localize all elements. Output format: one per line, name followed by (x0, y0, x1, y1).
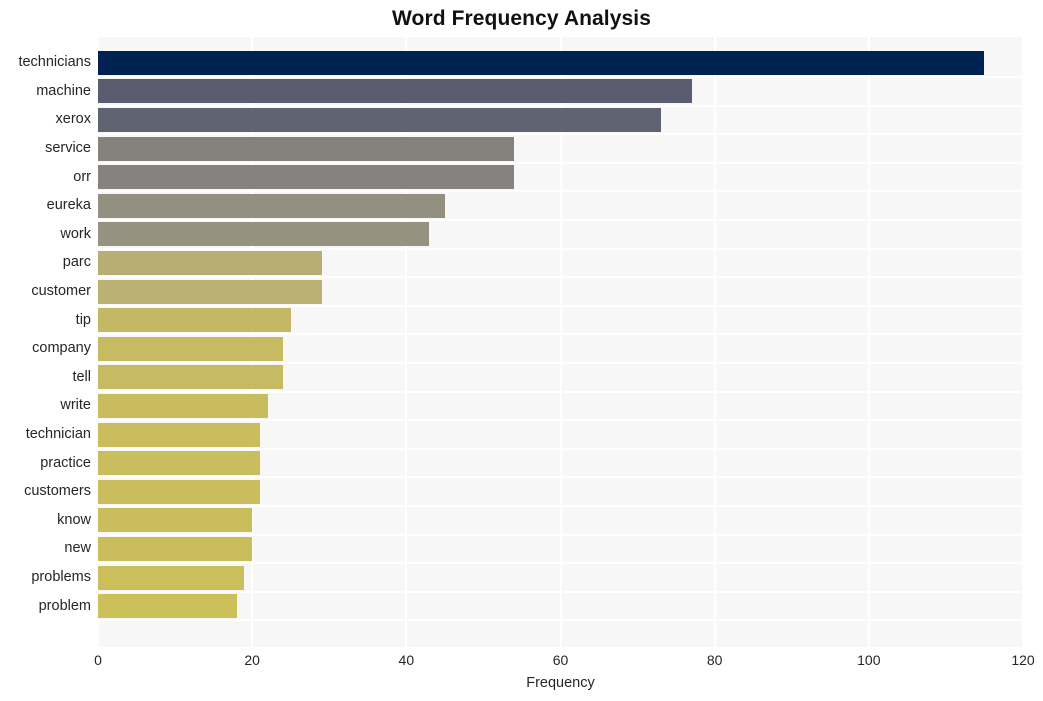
y-axis-tick-label: problem (38, 597, 91, 614)
gridline-horizontal (98, 476, 1023, 478)
bar (98, 394, 268, 418)
gridline-horizontal (98, 391, 1023, 393)
gridline-horizontal (98, 505, 1023, 507)
gridline-horizontal (98, 562, 1023, 564)
x-axis-tick-label: 100 (857, 652, 881, 668)
bar (98, 337, 283, 361)
x-axis-tick-label: 80 (706, 652, 723, 668)
chart-title: Word Frequency Analysis (391, 7, 652, 30)
gridline-horizontal (98, 219, 1023, 221)
gridline-horizontal (98, 362, 1023, 364)
y-axis-tick-label: technician (25, 426, 91, 442)
y-axis-tick-label: machine (36, 82, 91, 99)
gridline-vertical (1022, 37, 1023, 647)
gridline-horizontal (98, 190, 1023, 192)
y-axis-tick-label: new (64, 540, 91, 557)
y-axis-tick-label: orr (73, 168, 91, 185)
y-axis-tick-label: xerox (55, 111, 91, 128)
x-axis-tick-label: 60 (552, 652, 569, 668)
bar (98, 480, 260, 504)
bar (98, 594, 237, 618)
y-axis-tick-label: write (60, 397, 91, 414)
gridline-horizontal (98, 534, 1023, 536)
bar (98, 451, 260, 475)
bar (98, 51, 984, 75)
plot-area (98, 37, 1023, 647)
gridline-vertical (867, 37, 870, 647)
y-axis-tick-label: problems (31, 569, 91, 585)
gridline-horizontal (98, 419, 1023, 421)
gridline-horizontal (98, 162, 1023, 164)
gridline-horizontal (98, 619, 1023, 621)
bar (98, 222, 429, 246)
y-axis-tick-label: service (45, 140, 91, 157)
bar (98, 365, 283, 389)
gridline-horizontal (98, 276, 1023, 278)
gridline-horizontal (98, 76, 1023, 78)
x-axis-tick-label: 120 (1011, 652, 1035, 668)
y-axis-tick-label: parc (62, 254, 91, 271)
y-axis-tick-label: know (57, 511, 91, 528)
bar (98, 137, 514, 161)
y-axis-tick-label: work (60, 225, 91, 242)
bar (98, 566, 244, 590)
gridline-vertical (713, 37, 716, 647)
y-axis-tick-label: customer (31, 283, 91, 300)
x-axis-title: Frequency (526, 675, 595, 691)
x-axis-tick-label: 0 (94, 652, 102, 668)
bar (98, 79, 692, 103)
gridline-horizontal (98, 333, 1023, 335)
bar (98, 194, 445, 218)
gridline-horizontal (98, 305, 1023, 307)
bar (98, 108, 661, 132)
x-axis-tick-label: 40 (398, 652, 415, 668)
bar (98, 165, 514, 189)
gridline-horizontal (98, 448, 1023, 450)
bar (98, 423, 260, 447)
y-axis-tick-label: practice (40, 454, 91, 471)
gridline-horizontal (98, 105, 1023, 107)
word-frequency-bar-chart: Word Frequency Analysis technicians machi… (0, 0, 1043, 701)
y-axis-tick-label: technicians (18, 54, 91, 71)
y-axis-tick-label: eureka (46, 197, 91, 214)
gridline-horizontal (98, 133, 1023, 135)
bar (98, 537, 252, 561)
bar (98, 508, 252, 532)
gridline-horizontal (98, 248, 1023, 250)
bar (98, 308, 291, 332)
gridline-horizontal (98, 591, 1023, 593)
bar (98, 251, 322, 275)
y-axis-tick-label: company (32, 340, 91, 357)
y-axis-tick-label: tell (72, 368, 91, 385)
x-axis-tick-label: 20 (244, 652, 260, 668)
y-axis-tick-label: tip (75, 311, 91, 328)
y-axis-tick-label: customers (24, 483, 91, 500)
bar (98, 280, 322, 304)
